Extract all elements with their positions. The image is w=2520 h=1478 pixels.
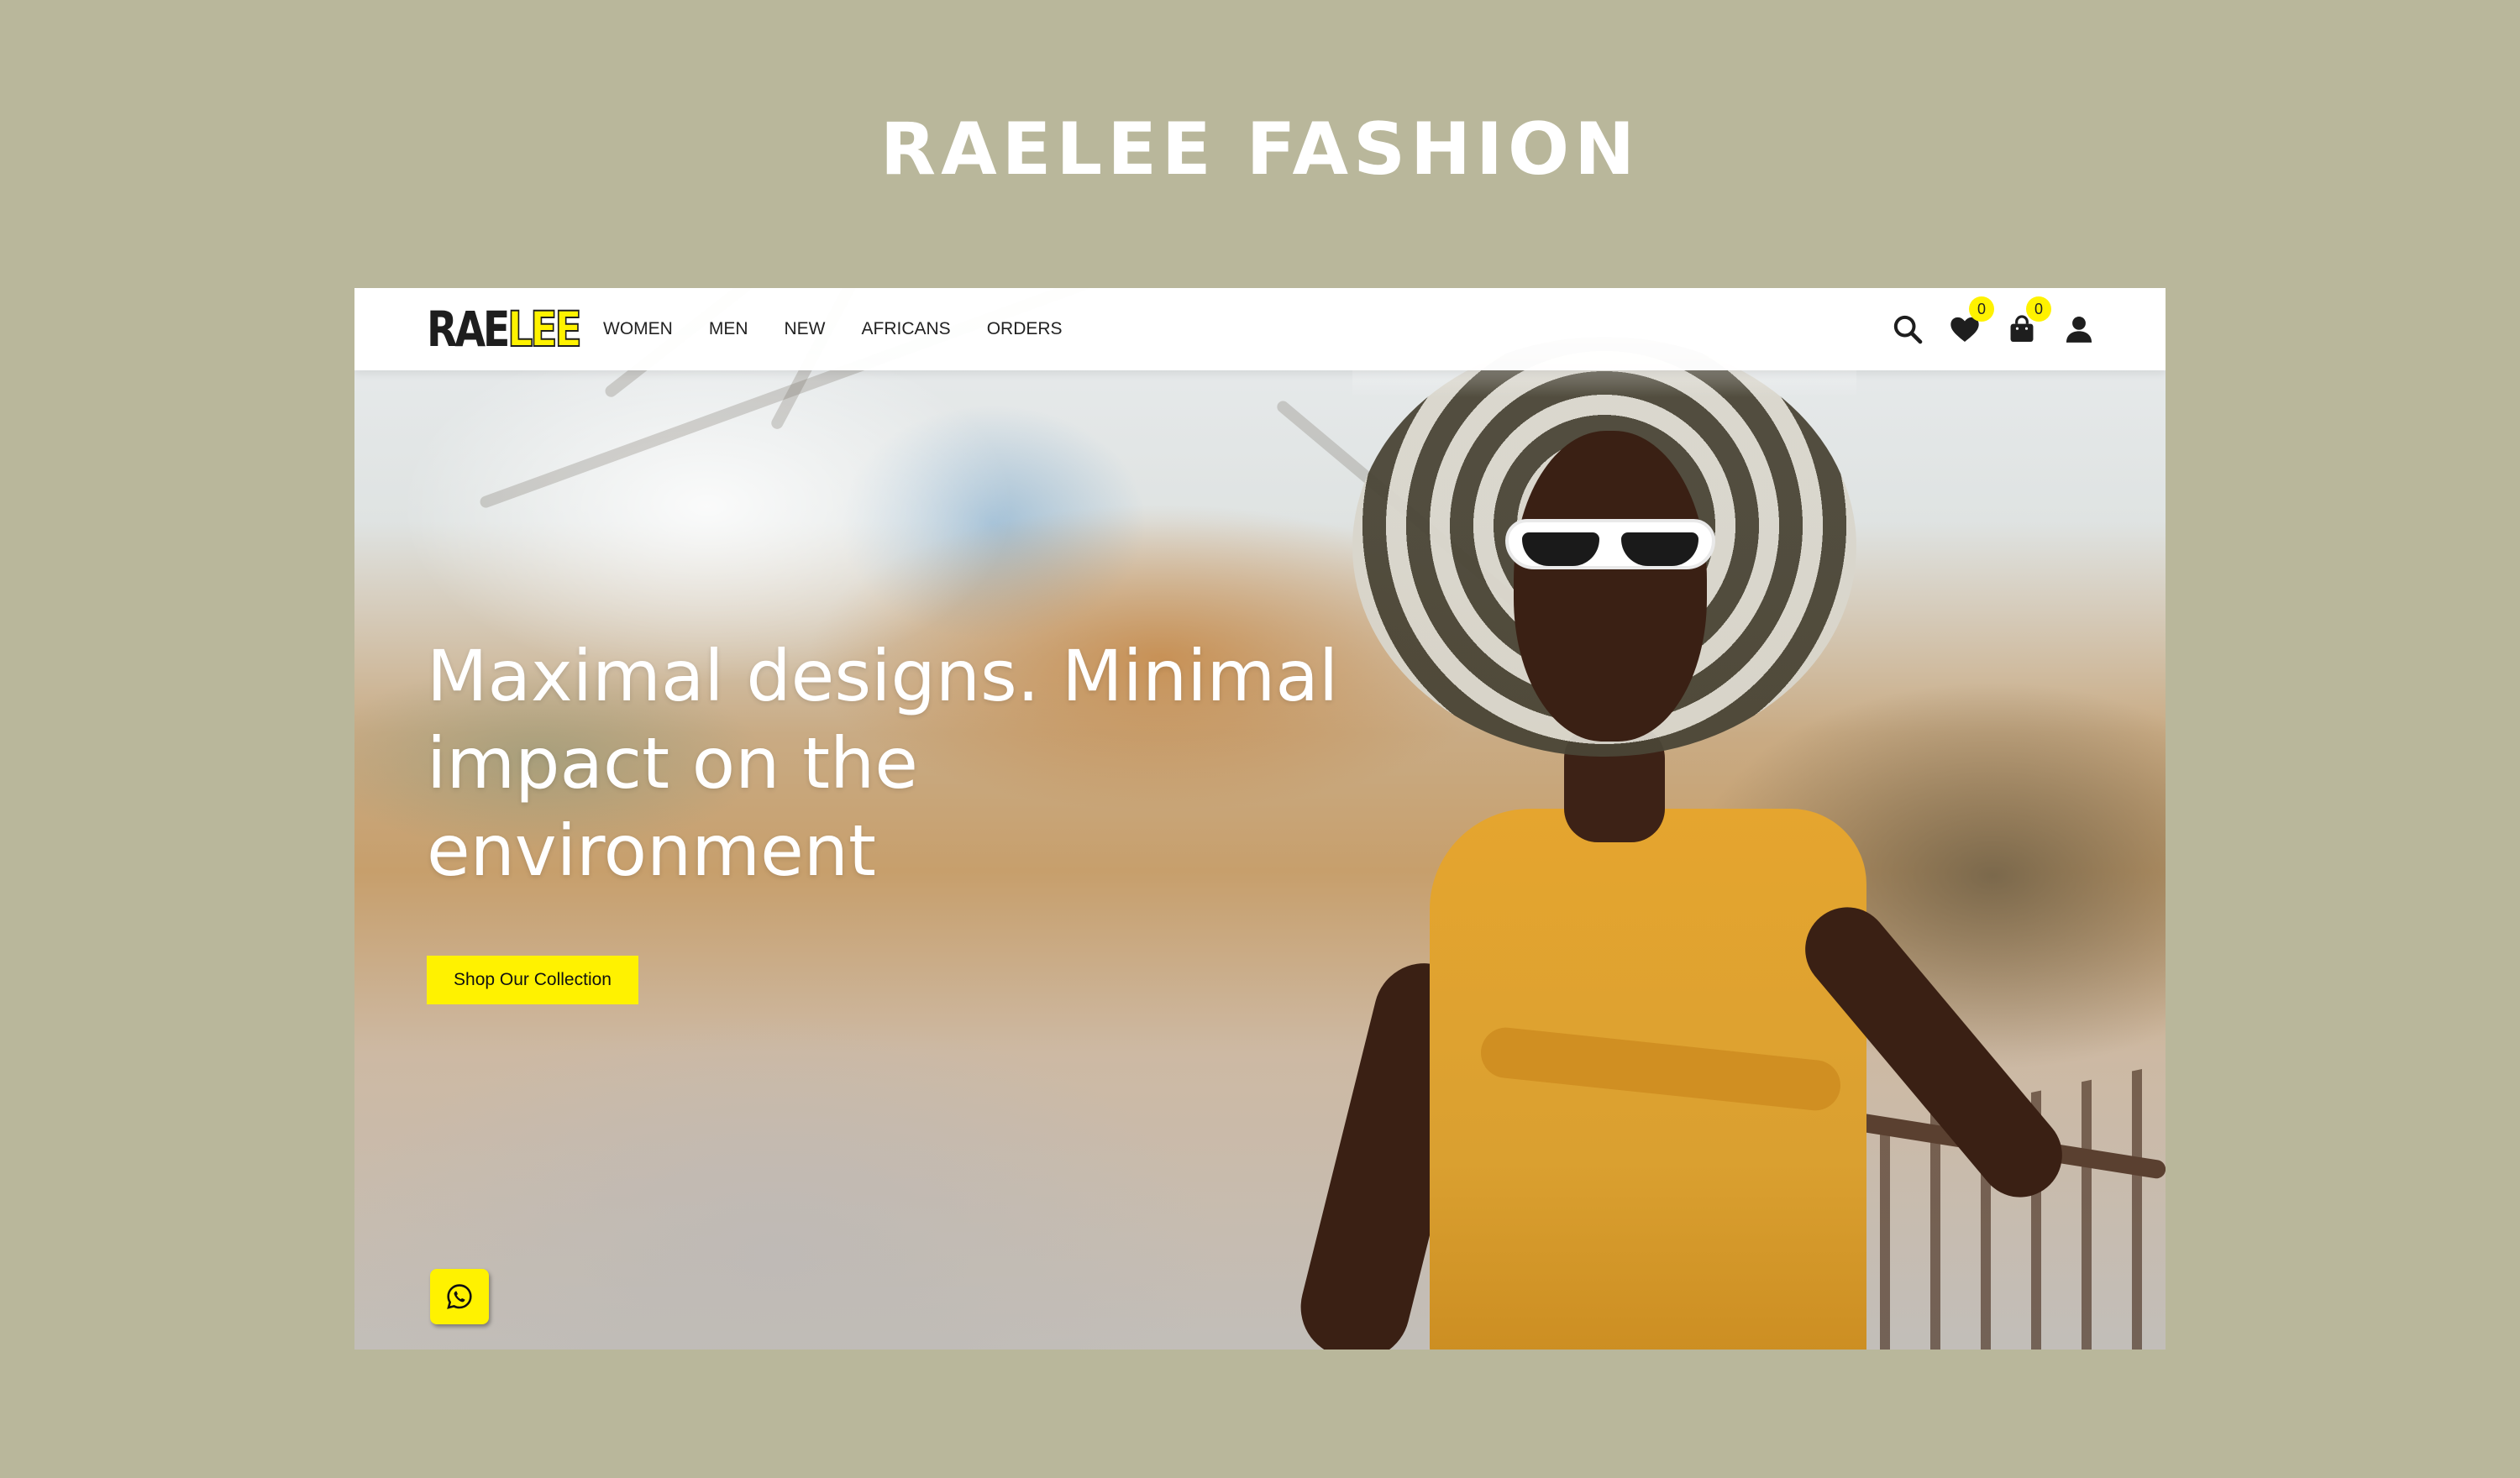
nav-icons: 0 0 [1870,288,2098,370]
whatsapp-chat-button[interactable] [430,1269,489,1324]
search-icon[interactable] [1888,310,1927,349]
top-navbar: RAELEE WOMEN MEN NEW AFRICANS ORDERS 0 0 [354,288,2166,370]
showcase-title: RAELEE FASHION [879,107,1641,191]
cart-button[interactable]: 0 [2003,296,2051,349]
nav-link-new[interactable]: NEW [785,319,826,339]
brand-logo[interactable]: RAELEE [427,301,583,358]
user-icon[interactable] [2060,310,2098,349]
cart-count-badge: 0 [2026,296,2051,322]
logo-text-dark: RAE [427,301,510,358]
whatsapp-icon [447,1284,472,1309]
shop-collection-button[interactable]: Shop Our Collection [427,956,638,1004]
website-mockup: RAELEE WOMEN MEN NEW AFRICANS ORDERS 0 0… [354,288,2166,1350]
nav-links: WOMEN MEN NEW AFRICANS ORDERS [603,288,1099,370]
wishlist-count-badge: 0 [1969,296,1994,322]
nav-link-men[interactable]: MEN [709,319,748,339]
logo-text-accent: LEE [507,301,582,358]
nav-link-orders[interactable]: ORDERS [987,319,1063,339]
wishlist-button[interactable]: 0 [1945,296,1994,349]
nav-link-women[interactable]: WOMEN [603,319,673,339]
nav-link-africans[interactable]: AFRICANS [862,319,951,339]
hero-headline: Maximal designs. Minimal impact on the e… [427,635,1339,892]
